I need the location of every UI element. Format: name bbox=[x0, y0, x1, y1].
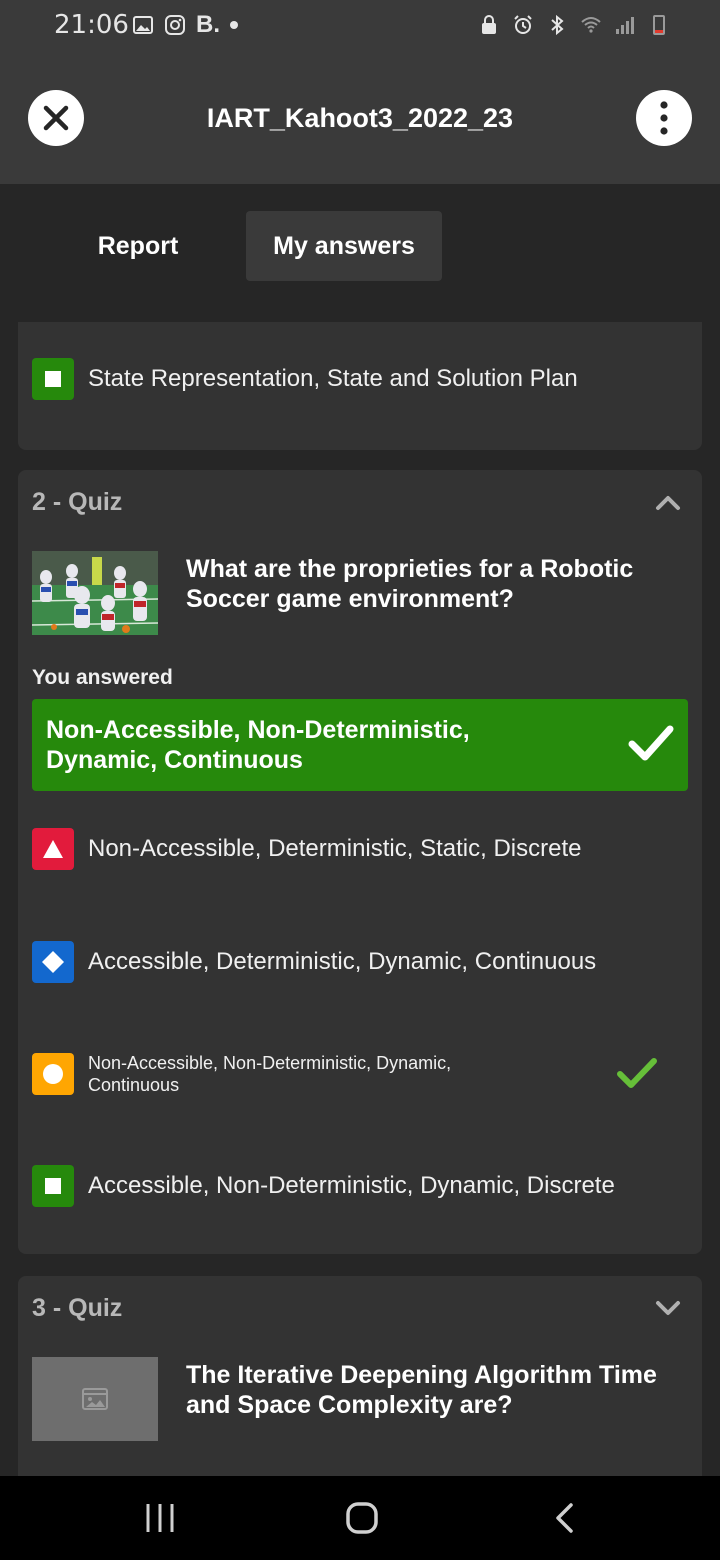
home-button[interactable] bbox=[342, 1498, 382, 1538]
recent-apps-button[interactable] bbox=[140, 1498, 180, 1538]
more-options-button[interactable] bbox=[636, 90, 692, 146]
answer-option-diamond: Accessible, Deterministic, Dynamic, Cont… bbox=[32, 941, 596, 983]
yellow-circle-shape bbox=[32, 1053, 74, 1095]
answer-text: Accessible, Non-Deterministic, Dynamic, … bbox=[88, 1172, 615, 1199]
instagram-icon bbox=[165, 15, 185, 35]
green-square-shape bbox=[32, 1165, 74, 1207]
system-nav-bar bbox=[0, 1476, 720, 1560]
question-text: The Iterative Deepening Algorithm Time a… bbox=[186, 1361, 657, 1419]
correct-check-icon bbox=[617, 1058, 657, 1088]
answer-text: Non-Accessible, Deterministic, Static, D… bbox=[88, 835, 582, 862]
question-text: What are the proprieties for a Robotic S… bbox=[186, 555, 634, 613]
square-icon bbox=[45, 371, 61, 387]
tab-report[interactable]: Report bbox=[70, 211, 206, 281]
more-notifications-dot bbox=[230, 21, 238, 29]
answer-option: State Representation, State and Solution… bbox=[32, 358, 578, 400]
back-button[interactable] bbox=[544, 1498, 584, 1538]
image-placeholder-icon bbox=[82, 1388, 108, 1410]
gallery-icon bbox=[133, 16, 153, 34]
question-card-2: 2 - Quiz What are the proprieties for a … bbox=[18, 470, 702, 1254]
tab-bar: Report My answers bbox=[0, 184, 720, 314]
red-triangle-shape bbox=[32, 828, 74, 870]
question-header: 2 - Quiz bbox=[32, 488, 123, 516]
answer-text: Accessible, Deterministic, Dynamic, Cont… bbox=[88, 948, 597, 975]
app-header: IART_Kahoot3_2022_23 bbox=[0, 56, 720, 184]
question-header: 3 - Quiz bbox=[32, 1294, 123, 1322]
answer-option-circle: Non-Accessible, Non-Deterministic, Dynam… bbox=[32, 1052, 508, 1096]
bluetooth-icon bbox=[551, 14, 564, 36]
chevron-up-icon[interactable] bbox=[654, 492, 682, 512]
alarm-icon bbox=[514, 15, 532, 34]
question-card-1: State Representation, State and Solution… bbox=[18, 322, 702, 450]
diamond-icon bbox=[42, 951, 64, 973]
lock-icon bbox=[482, 15, 496, 34]
page-title: IART_Kahoot3_2022_23 bbox=[206, 103, 514, 133]
wifi-icon bbox=[581, 17, 601, 33]
answer-option-square: Accessible, Non-Deterministic, Dynamic, … bbox=[32, 1165, 615, 1207]
answer-text: State Representation, State and Solution… bbox=[88, 365, 578, 392]
tab-my-answers[interactable]: My answers bbox=[246, 211, 442, 281]
question-card-3: 3 - Quiz The Iterative Deepening Algorit… bbox=[18, 1276, 702, 1496]
robot-soccer-image bbox=[32, 551, 158, 635]
recent-apps-icon bbox=[146, 1504, 174, 1532]
you-answered-label: You answered bbox=[32, 666, 173, 689]
chevron-down-icon[interactable] bbox=[654, 1298, 682, 1318]
circle-icon bbox=[43, 1064, 63, 1084]
answer-option-triangle: Non-Accessible, Deterministic, Static, D… bbox=[32, 828, 581, 870]
selected-answer-banner: Non-Accessible, Non-Deterministic, Dynam… bbox=[32, 699, 688, 791]
green-square-shape bbox=[32, 358, 74, 400]
more-vertical-icon bbox=[660, 101, 668, 135]
blue-diamond-shape bbox=[32, 941, 74, 983]
selected-answer-text: Non-Accessible, Non-Deterministic, Dynam… bbox=[46, 716, 470, 774]
triangle-icon bbox=[43, 840, 63, 858]
close-button[interactable] bbox=[28, 90, 84, 146]
status-time: 21:06 bbox=[54, 10, 129, 40]
status-notification-icons: B. bbox=[132, 11, 238, 38]
question-image-robot-soccer bbox=[32, 551, 158, 635]
battery-icon bbox=[653, 15, 665, 35]
close-icon bbox=[43, 105, 69, 131]
status-bar: 21:06 B. bbox=[0, 0, 720, 56]
back-icon bbox=[556, 1503, 573, 1533]
status-system-icons bbox=[478, 14, 670, 36]
question-image-placeholder bbox=[32, 1357, 158, 1441]
signal-icon bbox=[616, 17, 634, 34]
square-icon bbox=[45, 1178, 61, 1194]
check-icon bbox=[628, 725, 674, 761]
home-icon bbox=[346, 1502, 378, 1534]
b-app-icon: B. bbox=[196, 11, 220, 38]
answer-text: Non-Accessible, Non-Deterministic, Dynam… bbox=[88, 1053, 452, 1095]
